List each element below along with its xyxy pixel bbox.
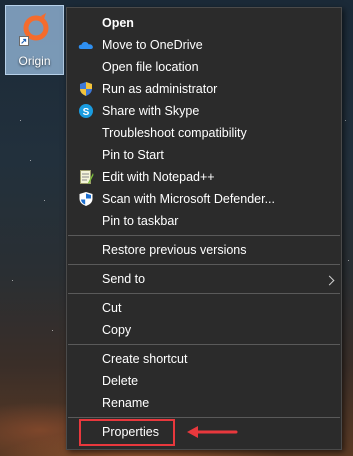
desktop[interactable]: driver easy www.DriverEasy.com Origin Op…: [0, 0, 353, 456]
red-pointer-arrow-icon: [187, 426, 238, 438]
menu-item-label: Pin to taskbar: [102, 214, 179, 228]
menu-item-cut[interactable]: Cut: [67, 297, 341, 319]
menu-item-pin-to-start[interactable]: Pin to Start: [67, 144, 341, 166]
properties-highlight-box: [79, 419, 175, 446]
star: [30, 160, 31, 161]
menu-separator: [68, 344, 340, 345]
menu-item-label: Pin to Start: [102, 148, 164, 162]
star: [345, 120, 346, 121]
menu-item-label: Run as administrator: [102, 82, 218, 96]
menu-item-open-file-location[interactable]: Open file location: [67, 56, 341, 78]
menu-item-label: Delete: [102, 374, 139, 388]
uac-shield-icon: [80, 82, 92, 96]
menu-separator: [68, 264, 340, 265]
menu-item-label: Copy: [102, 323, 132, 337]
menu-item-create-shortcut[interactable]: Create shortcut: [67, 348, 341, 370]
star: [348, 260, 349, 261]
desktop-shortcut-origin[interactable]: Origin: [5, 5, 64, 75]
menu-item-label: Move to OneDrive: [102, 38, 203, 52]
menu-separator: [68, 293, 340, 294]
menu-item-label: Edit with Notepad++: [102, 170, 215, 184]
menu-item-label: Cut: [102, 301, 122, 315]
onedrive-icon: [78, 41, 93, 49]
menu-item-restore-previous-versions[interactable]: Restore previous versions: [67, 239, 341, 261]
star: [44, 200, 45, 201]
defender-icon: [79, 192, 93, 206]
menu-item-run-as-administrator[interactable]: Run as administrator: [67, 78, 341, 100]
menu-item-label: Create shortcut: [102, 352, 188, 366]
menu-separator: [68, 235, 340, 236]
menu-item-label: Rename: [102, 396, 150, 410]
skype-icon: S: [79, 104, 93, 118]
context-menu: Open Move to OneDrive Open file location…: [66, 7, 342, 450]
desktop-icon-label: Origin: [18, 54, 51, 68]
menu-item-pin-to-taskbar[interactable]: Pin to taskbar: [67, 210, 341, 232]
svg-text:S: S: [83, 107, 90, 118]
menu-item-share-with-skype[interactable]: S Share with Skype: [67, 100, 341, 122]
menu-item-delete[interactable]: Delete: [67, 370, 341, 392]
star: [20, 120, 21, 121]
menu-separator: [68, 417, 340, 418]
menu-item-label: Restore previous versions: [102, 243, 247, 257]
menu-item-label: Scan with Microsoft Defender...: [102, 192, 275, 206]
menu-item-move-to-onedrive[interactable]: Move to OneDrive: [67, 34, 341, 56]
menu-item-scan-with-microsoft-defender[interactable]: Scan with Microsoft Defender...: [67, 188, 341, 210]
star: [52, 330, 53, 331]
menu-item-send-to[interactable]: Send to: [67, 268, 341, 290]
menu-item-label: Open: [102, 16, 134, 30]
chevron-right-icon: [324, 275, 335, 286]
menu-item-edit-with-notepad-plus-plus[interactable]: Edit with Notepad++: [67, 166, 341, 188]
shortcut-overlay-icon: [19, 36, 29, 46]
menu-item-open[interactable]: Open: [67, 12, 341, 34]
menu-item-label: Open file location: [102, 60, 199, 74]
menu-item-label: Send to: [102, 272, 146, 286]
notepad-plus-plus-icon: [80, 170, 94, 184]
menu-item-copy[interactable]: Copy: [67, 319, 341, 341]
menu-item-rename[interactable]: Rename: [67, 392, 341, 414]
menu-item-troubleshoot-compatibility[interactable]: Troubleshoot compatibility: [67, 122, 341, 144]
menu-item-label: Troubleshoot compatibility: [102, 126, 247, 140]
menu-item-label: Share with Skype: [102, 104, 200, 118]
star: [12, 280, 13, 281]
